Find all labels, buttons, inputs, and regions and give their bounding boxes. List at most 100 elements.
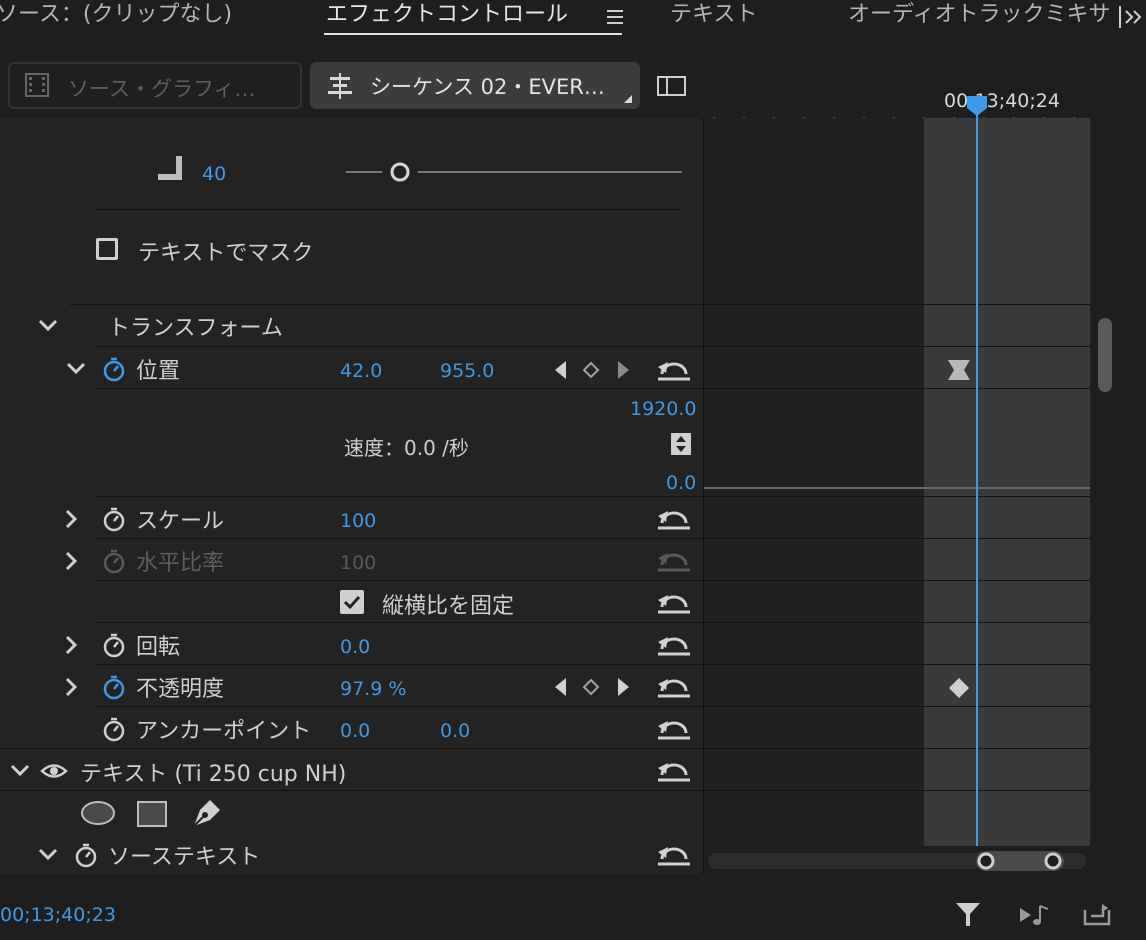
playhead-line	[976, 112, 978, 846]
chevron-down-icon[interactable]	[38, 847, 58, 861]
filter-icon[interactable]	[954, 900, 982, 928]
current-timecode[interactable]: 00;13;40;23	[0, 904, 116, 926]
reset-icon[interactable]	[656, 631, 692, 657]
divider	[96, 664, 704, 665]
reset-icon[interactable]	[656, 673, 692, 699]
clip-range-area	[924, 118, 1090, 846]
hamburger-icon[interactable]	[606, 8, 624, 26]
reset-icon[interactable]	[656, 715, 692, 741]
rectangle-mask-icon[interactable]	[136, 800, 168, 828]
previous-keyframe-icon[interactable]	[555, 361, 566, 379]
chevron-right-icon[interactable]	[64, 509, 78, 529]
pen-mask-icon[interactable]	[190, 796, 224, 830]
eye-icon[interactable]	[40, 760, 68, 786]
timeline-divider	[704, 538, 1090, 539]
timeline-divider	[704, 388, 1090, 389]
time-ruler[interactable]	[704, 108, 1090, 123]
next-keyframe-icon[interactable]	[618, 678, 629, 696]
rotation-value[interactable]: 0.0	[340, 636, 370, 658]
timeline-divider	[704, 622, 1090, 623]
uniform-scale-label: 縦横比を固定	[382, 594, 515, 619]
sequence-dropdown-label: シーケンス 02・EVER…	[370, 75, 605, 99]
stopwatch-icon[interactable]	[102, 506, 126, 532]
reset-icon[interactable]	[656, 356, 692, 382]
uniform-scale-checkbox[interactable]	[340, 590, 364, 614]
reset-icon[interactable]	[656, 589, 692, 615]
corner-radius-slider[interactable]	[346, 160, 682, 184]
add-keyframe-icon[interactable]	[582, 678, 600, 696]
bezier-keyframe-icon[interactable]	[946, 358, 972, 382]
reset-icon[interactable]	[656, 757, 692, 783]
reset-icon[interactable]	[656, 505, 692, 531]
anchor-y-value[interactable]: 0.0	[440, 720, 470, 742]
reset-icon[interactable]	[656, 841, 692, 867]
stopwatch-active-icon[interactable]	[102, 674, 126, 700]
stopwatch-icon[interactable]	[74, 842, 98, 868]
divider	[96, 388, 704, 389]
opacity-value[interactable]: 97.9 %	[340, 678, 406, 700]
anchor-point-label: アンカーポイント	[136, 719, 312, 744]
timeline-divider	[704, 496, 1090, 497]
keyframe-navigator	[552, 676, 632, 698]
tab-audio-track-mixer[interactable]: オーディオトラックミキサ	[848, 0, 1118, 34]
chevron-down-icon[interactable]	[66, 361, 86, 375]
double-chevron-right-icon[interactable]	[1118, 4, 1146, 30]
play-audio-icon[interactable]	[1018, 902, 1052, 928]
add-keyframe-icon[interactable]	[582, 361, 600, 379]
position-label: 位置	[136, 359, 181, 384]
anchor-x-value[interactable]: 0.0	[340, 720, 370, 742]
chevron-down-icon[interactable]	[10, 763, 30, 777]
active-tab-underline	[324, 33, 622, 35]
chevron-down-icon[interactable]	[38, 318, 58, 332]
tab-effect-controls[interactable]: エフェクトコントロール	[326, 0, 568, 34]
corner-radius-value[interactable]: 40	[202, 163, 226, 185]
chevron-right-icon[interactable]	[64, 551, 78, 571]
transform-section-label: トランスフォーム	[108, 316, 283, 341]
vertical-scrollbar-thumb[interactable]	[1098, 318, 1112, 392]
zoom-handle-left[interactable]	[976, 851, 996, 871]
tab-text[interactable]: テキスト	[670, 0, 757, 34]
playhead-handle[interactable]	[965, 94, 989, 118]
velocity-graph-line	[704, 487, 1090, 489]
mask-checkbox[interactable]	[96, 238, 118, 260]
scale-width-value: 100	[340, 552, 377, 574]
text-layer-label: テキスト (Ti 250 cup NH)	[80, 762, 347, 787]
timeline-divider	[704, 346, 1090, 347]
velocity-label: 速度：0.0 /秒	[344, 436, 469, 460]
divider	[0, 748, 704, 749]
reset-disabled-icon	[656, 547, 692, 573]
scale-value[interactable]: 100	[340, 510, 376, 532]
diamond-keyframe-icon[interactable]	[947, 676, 971, 700]
graph-scale-icon[interactable]	[670, 432, 692, 456]
dropdown-corner-icon	[624, 95, 632, 103]
chevron-right-icon[interactable]	[64, 635, 78, 655]
divider	[96, 496, 704, 497]
timeline-divider	[704, 706, 1090, 707]
stopwatch-icon[interactable]	[102, 632, 126, 658]
previous-keyframe-icon[interactable]	[555, 678, 566, 696]
divider	[96, 346, 704, 347]
panel-tab-bar: ソース：(クリップなし) エフェクトコントロール テキスト オーディオトラックミ…	[0, 0, 1146, 40]
tab-source[interactable]: ソース：(クリップなし)	[0, 0, 232, 34]
panel-splitter[interactable]	[703, 118, 704, 874]
ellipse-mask-icon[interactable]	[80, 800, 116, 826]
align-icon	[326, 72, 354, 100]
sequence-clip-dropdown[interactable]: シーケンス 02・EVER…	[310, 62, 640, 109]
timeline-divider	[704, 664, 1090, 665]
mask-label: テキストでマスク	[138, 241, 314, 266]
stopwatch-active-icon[interactable]	[102, 356, 126, 382]
stopwatch-icon[interactable]	[102, 716, 126, 742]
chevron-right-icon[interactable]	[64, 677, 78, 697]
zoom-handle-right[interactable]	[1043, 851, 1063, 871]
toggle-timeline-view-icon[interactable]	[656, 74, 688, 98]
graph-max-value: 1920.0	[630, 398, 697, 420]
timeline-divider	[704, 580, 1090, 581]
stopwatch-disabled-icon	[102, 548, 126, 574]
divider	[70, 304, 704, 305]
position-y-value[interactable]: 955.0	[440, 360, 494, 382]
source-clip-dropdown[interactable]: ソース・グラフィ…	[8, 62, 302, 109]
export-icon[interactable]	[1082, 900, 1112, 928]
position-x-value[interactable]: 42.0	[340, 360, 382, 382]
next-keyframe-icon[interactable]	[618, 361, 629, 379]
timeline-divider	[704, 748, 1090, 749]
